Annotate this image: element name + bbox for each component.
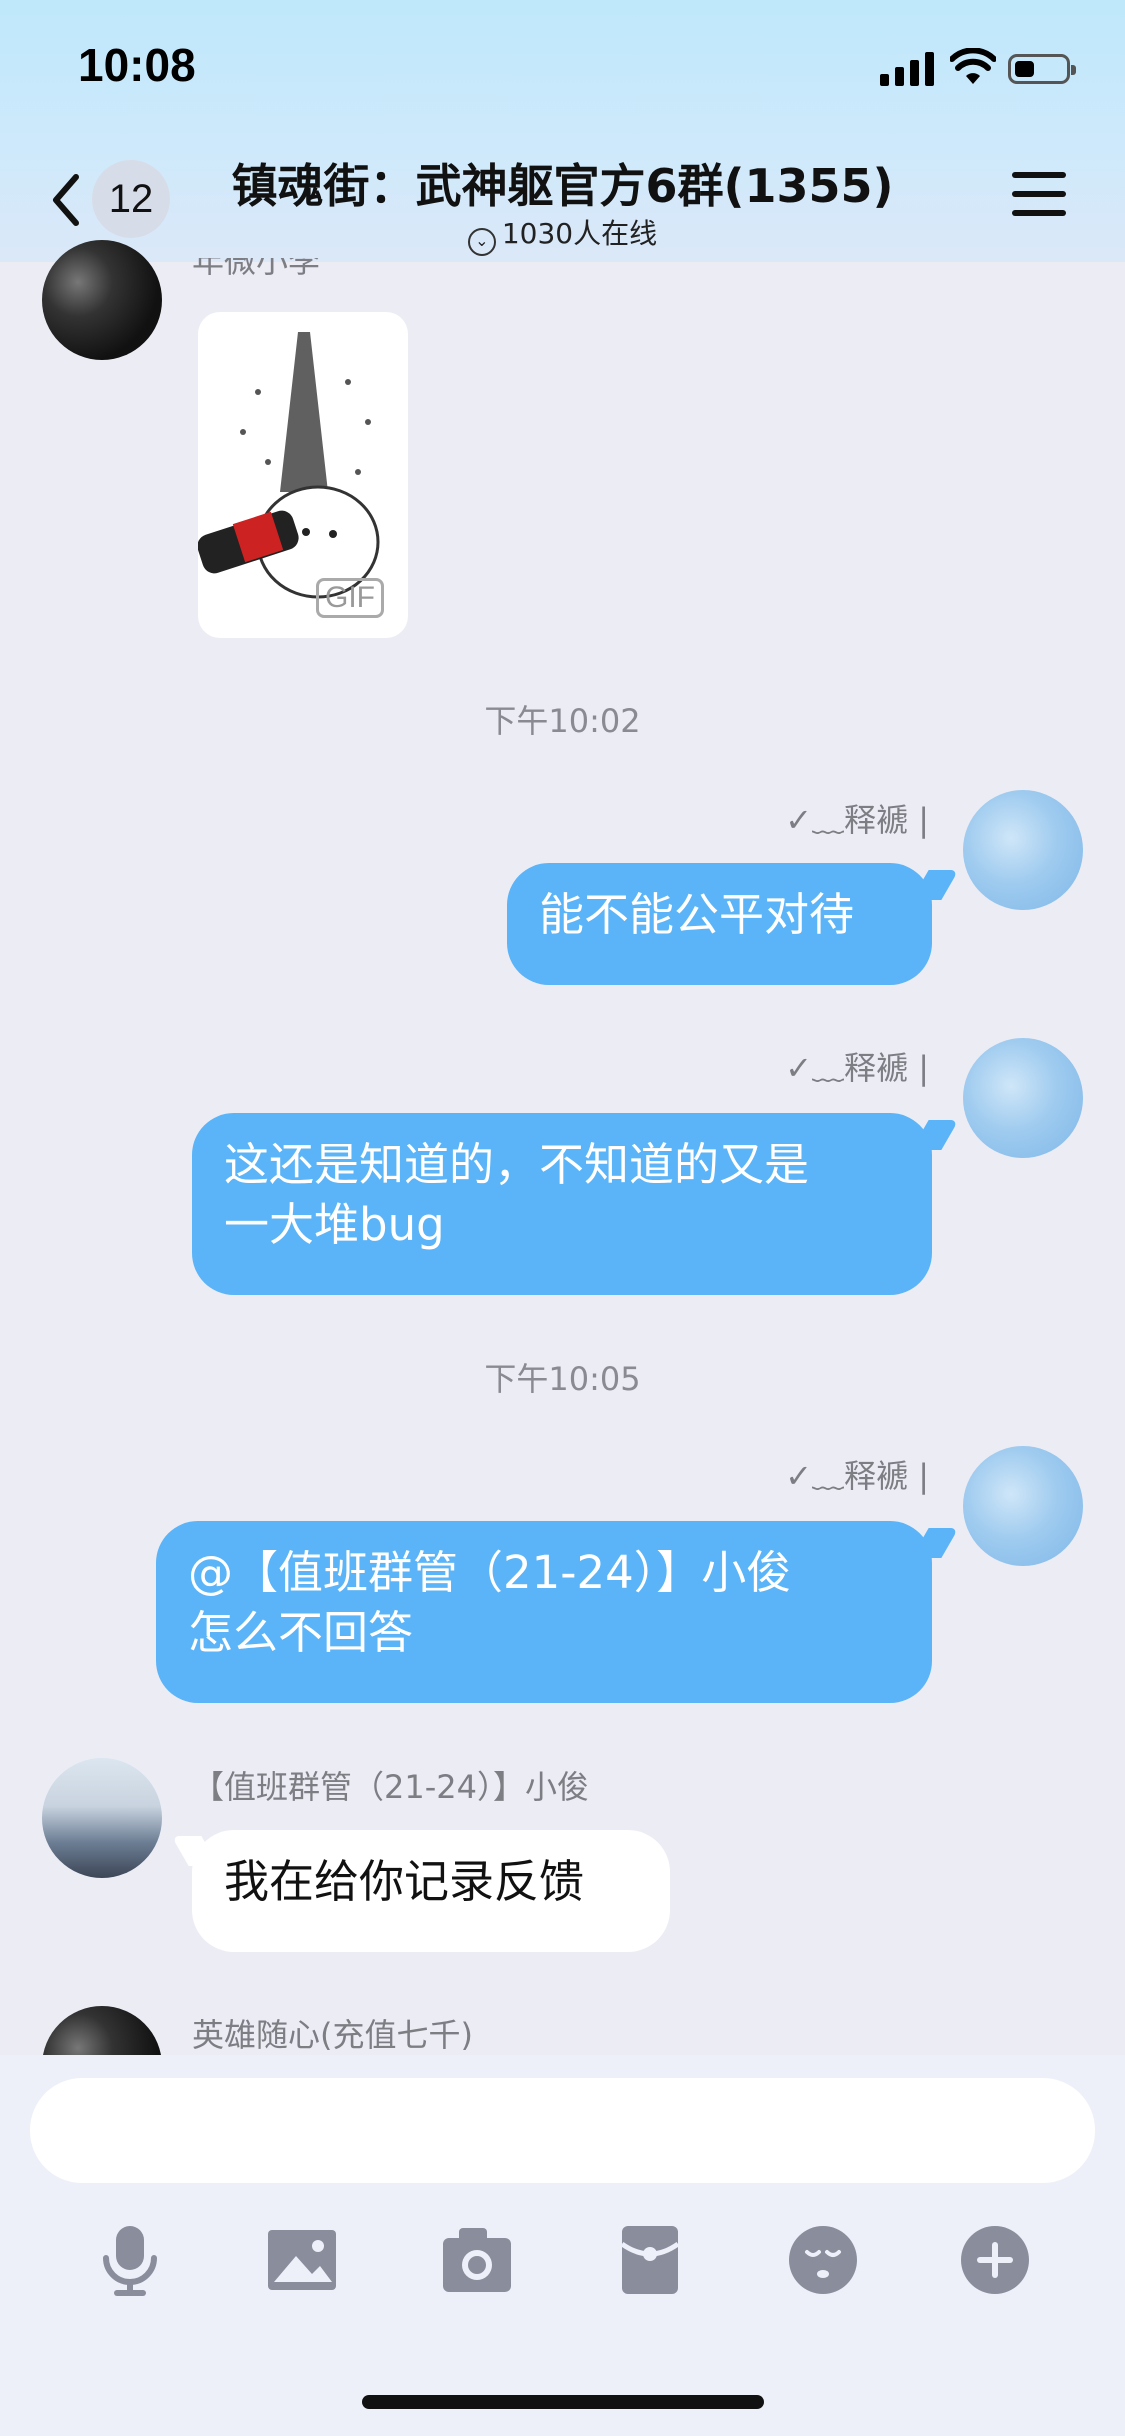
battery-icon (1008, 54, 1076, 84)
microphone-icon[interactable] (90, 2220, 170, 2300)
gif-message[interactable]: GIF (198, 312, 408, 638)
status-bar: 10:08 (0, 0, 1125, 140)
top-bar: 10:08 12 镇魂街：武神躯官方6群(1355) ⌄ 1030人在线 (0, 0, 1125, 262)
red-packet-icon[interactable] (610, 2220, 690, 2300)
timestamp: 下午10:05 (484, 1360, 641, 1398)
home-indicator[interactable] (362, 2395, 764, 2409)
timestamp: 下午10:02 (484, 702, 641, 740)
status-time: 10:08 (78, 39, 196, 91)
chevron-down-icon: ⌄ (467, 228, 496, 256)
group-title[interactable]: 镇魂街：武神躯官方6群(1355) (0, 150, 1125, 216)
wifi-icon (950, 48, 996, 84)
sender-name: ✓﹏释褫 | (785, 1049, 929, 1087)
emoji-icon[interactable] (783, 2220, 863, 2300)
message-bubble[interactable]: @【值班群管（21-24）】小俊 怎么不回答 (156, 1521, 932, 1703)
avatar[interactable] (963, 790, 1083, 910)
plus-icon[interactable] (955, 2220, 1035, 2300)
message-bubble[interactable]: 这还是知道的，不知道的又是 一大堆bug (192, 1113, 932, 1295)
avatar[interactable] (42, 240, 162, 360)
sender-name: ✓﹏释褫 | (785, 1457, 929, 1495)
gif-label: GIF (316, 578, 384, 618)
sender-name: 英雄随心(充值七千) (192, 2016, 473, 2054)
image-icon[interactable] (262, 2220, 342, 2300)
cellular-signal-icon (880, 52, 934, 86)
sender-name: 【值班群管（21-24）】小俊 (192, 1768, 589, 1806)
sender-name: ✓﹏释褫 | (785, 801, 929, 839)
message-input[interactable] (30, 2078, 1095, 2183)
message-bubble[interactable]: 能不能公平对待 (507, 863, 932, 985)
menu-icon[interactable] (1012, 172, 1066, 224)
avatar[interactable] (42, 1758, 162, 1878)
avatar[interactable] (963, 1446, 1083, 1566)
message-bubble[interactable]: 我在给你记录反馈 (192, 1830, 670, 1952)
online-count[interactable]: ⌄ 1030人在线 (0, 212, 1125, 256)
avatar[interactable] (963, 1038, 1083, 1158)
camera-icon[interactable] (437, 2220, 517, 2300)
